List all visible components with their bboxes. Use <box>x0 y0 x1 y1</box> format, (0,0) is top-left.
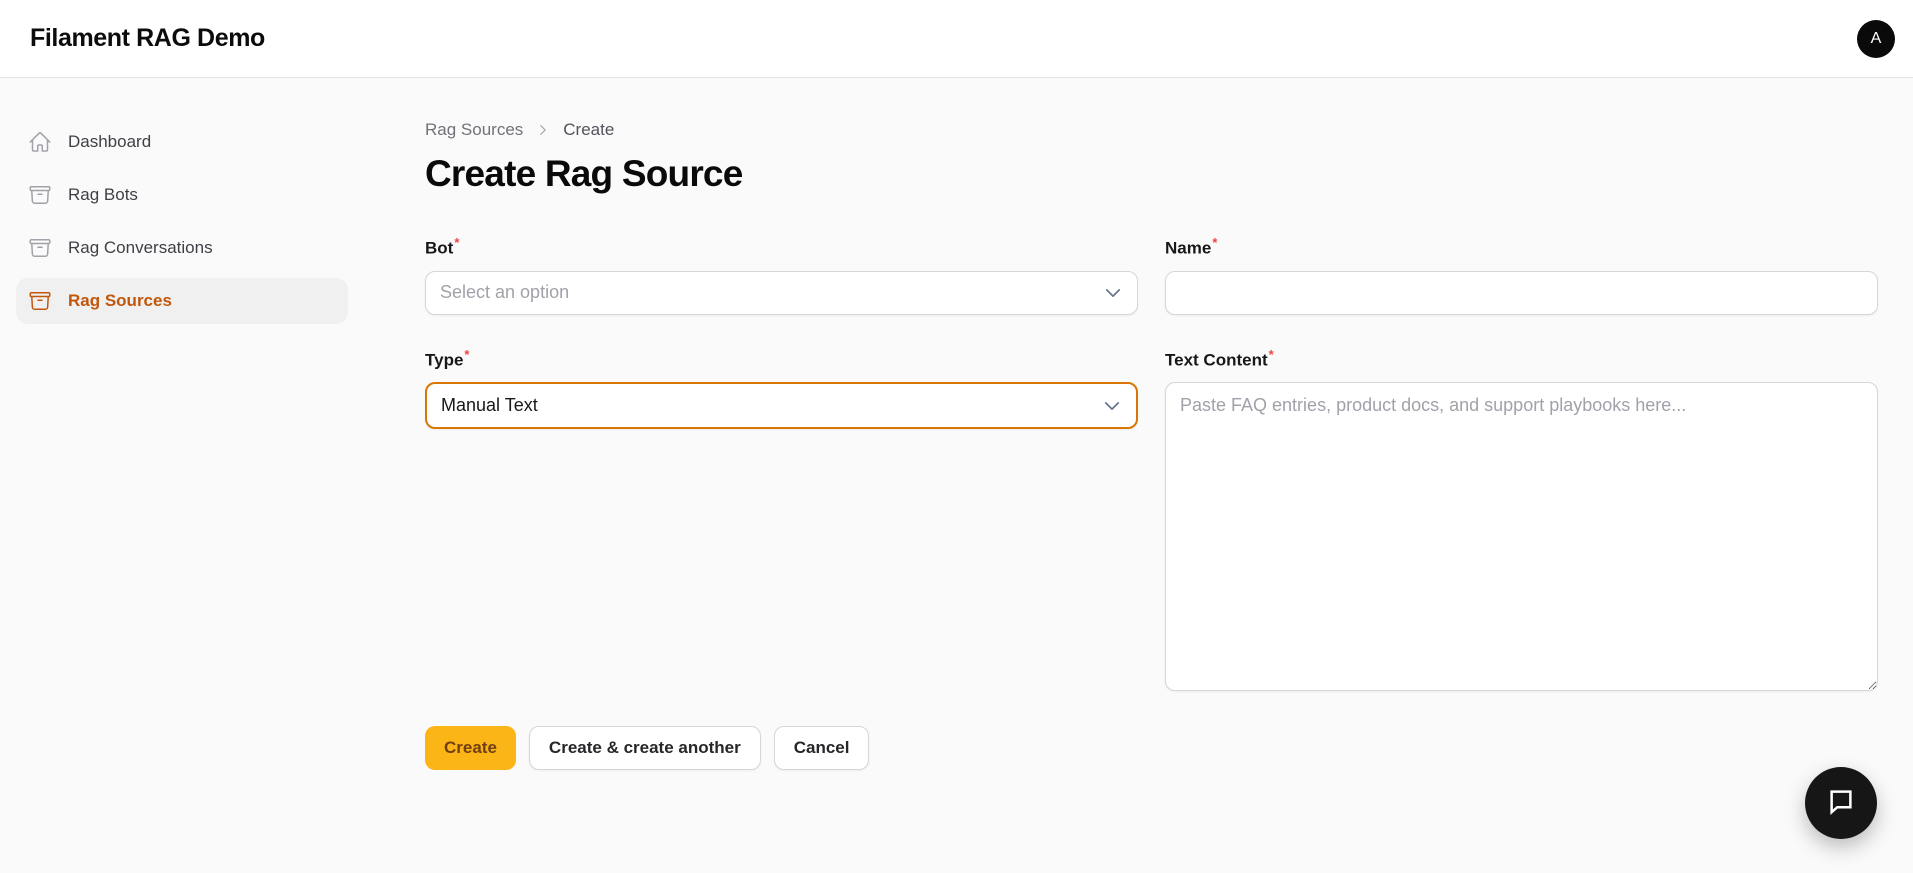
create-rag-source-form: Bot* Select an option Name* Type* Manual… <box>425 235 1878 696</box>
create-and-create-another-button[interactable]: Create & create another <box>528 726 761 771</box>
chevron-right-icon <box>536 123 550 137</box>
sidebar-item-dashboard[interactable]: Dashboard <box>16 119 348 165</box>
text-content-field: Text Content* <box>1165 347 1878 697</box>
archive-box-icon <box>28 289 52 313</box>
page-title: Create Rag Source <box>425 153 743 194</box>
sidebar-item-rag-sources[interactable]: Rag Sources <box>16 278 348 324</box>
sidebar-item-rag-conversations[interactable]: Rag Conversations <box>16 225 348 271</box>
required-marker: * <box>464 346 470 362</box>
archive-box-icon <box>28 183 52 207</box>
breadcrumb-rag-sources[interactable]: Rag Sources <box>425 120 523 140</box>
text-content-label: Text Content* <box>1165 346 1274 370</box>
type-select[interactable]: Manual Text <box>425 382 1138 430</box>
sidebar-item-rag-bots[interactable]: Rag Bots <box>16 172 348 218</box>
type-select-value: Manual Text <box>441 395 538 416</box>
main-content: Rag Sources Create Create Rag Source Bot… <box>360 78 1913 873</box>
chat-button[interactable] <box>1805 767 1877 839</box>
bot-select-placeholder: Select an option <box>440 282 570 303</box>
sidebar: Dashboard Rag Bots Rag Conversations Rag… <box>0 78 360 873</box>
bot-label: Bot* <box>425 235 460 258</box>
topbar: Filament RAG Demo A <box>0 0 1913 78</box>
name-field: Name* <box>1165 235 1878 315</box>
required-marker: * <box>1212 235 1218 250</box>
bot-select[interactable]: Select an option <box>425 270 1138 315</box>
home-icon <box>28 130 52 154</box>
avatar-initial: A <box>1870 29 1882 47</box>
chevron-down-icon <box>1102 396 1122 416</box>
form-actions: Create Create & create another Cancel <box>425 726 1878 771</box>
text-content-textarea[interactable] <box>1165 382 1878 692</box>
sidebar-item-label: Rag Conversations <box>68 238 213 257</box>
sidebar-item-label: Rag Bots <box>68 185 138 204</box>
app-layout: Dashboard Rag Bots Rag Conversations Rag… <box>0 78 1913 873</box>
archive-box-icon <box>28 236 52 260</box>
name-label: Name* <box>1165 235 1218 258</box>
breadcrumb-create: Create <box>563 120 615 139</box>
cancel-button[interactable]: Cancel <box>773 726 870 771</box>
user-avatar[interactable]: A <box>1857 19 1895 58</box>
name-input[interactable] <box>1165 270 1878 315</box>
sidebar-item-label: Rag Sources <box>68 291 172 310</box>
sidebar-item-label: Dashboard <box>68 132 152 151</box>
required-marker: * <box>1268 346 1274 362</box>
chat-bubble-icon <box>1826 786 1856 821</box>
type-field: Type* Manual Text <box>425 347 1138 430</box>
required-marker: * <box>454 235 460 250</box>
bot-field: Bot* Select an option <box>425 235 1138 315</box>
brand-title[interactable]: Filament RAG Demo <box>30 24 265 53</box>
create-button[interactable]: Create <box>425 726 516 771</box>
type-label: Type* <box>425 346 470 370</box>
chevron-down-icon <box>1103 283 1123 303</box>
breadcrumb: Rag Sources Create <box>425 120 1878 140</box>
